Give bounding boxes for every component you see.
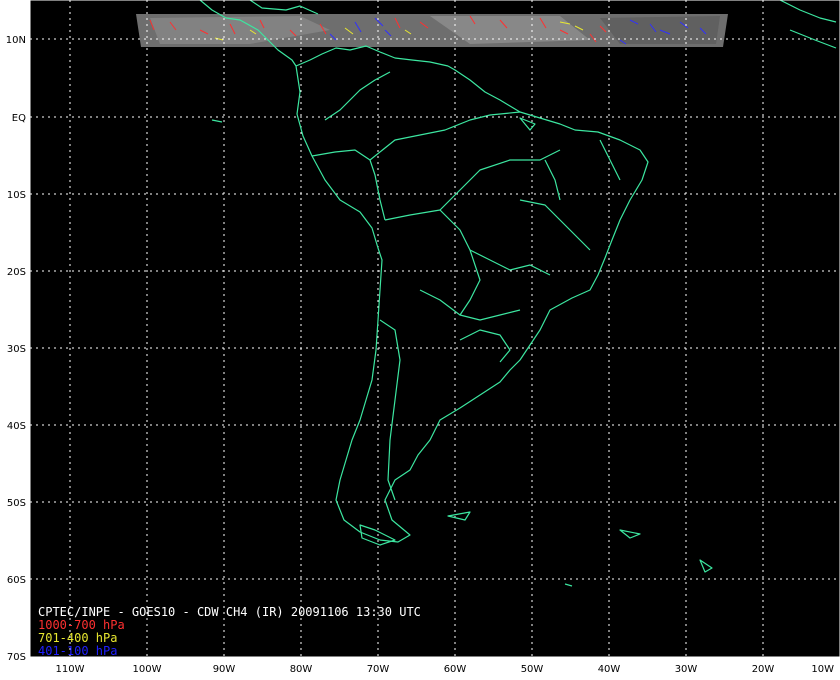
lon-label: 110W xyxy=(56,664,85,675)
map-plot-area xyxy=(30,0,840,657)
lon-label: 10W xyxy=(811,664,834,675)
lon-label: 50W xyxy=(521,664,544,675)
lon-label: 40W xyxy=(598,664,621,675)
lat-label: 30S xyxy=(7,344,26,355)
map-title: CPTEC/INPE - GOES10 - CDW CH4 (IR) 20091… xyxy=(38,605,421,619)
lat-label: 20S xyxy=(7,267,26,278)
legend-mid-level: 701-400 hPa xyxy=(38,631,117,645)
legend-high-level: 401-100 hPa xyxy=(38,644,117,658)
lat-label: 60S xyxy=(7,575,26,586)
lat-label: 70S xyxy=(7,652,26,663)
satellite-image-strip xyxy=(136,14,728,47)
lat-label: EQ xyxy=(12,113,26,124)
lon-label: 20W xyxy=(752,664,775,675)
lat-label: 40S xyxy=(7,421,26,432)
lon-label: 30W xyxy=(675,664,698,675)
lat-label: 10S xyxy=(7,190,26,201)
satellite-map: 10N EQ 10S 20S 30S 40S 50S 60S 70S 110W … xyxy=(0,0,840,680)
lon-label: 70W xyxy=(367,664,390,675)
legend-low-level: 1000-700 hPa xyxy=(38,618,125,632)
lon-label: 100W xyxy=(133,664,162,675)
lon-label: 60W xyxy=(444,664,467,675)
lat-label: 10N xyxy=(6,35,26,46)
lon-label: 80W xyxy=(290,664,313,675)
lat-label: 50S xyxy=(7,498,26,509)
lon-label: 90W xyxy=(213,664,236,675)
